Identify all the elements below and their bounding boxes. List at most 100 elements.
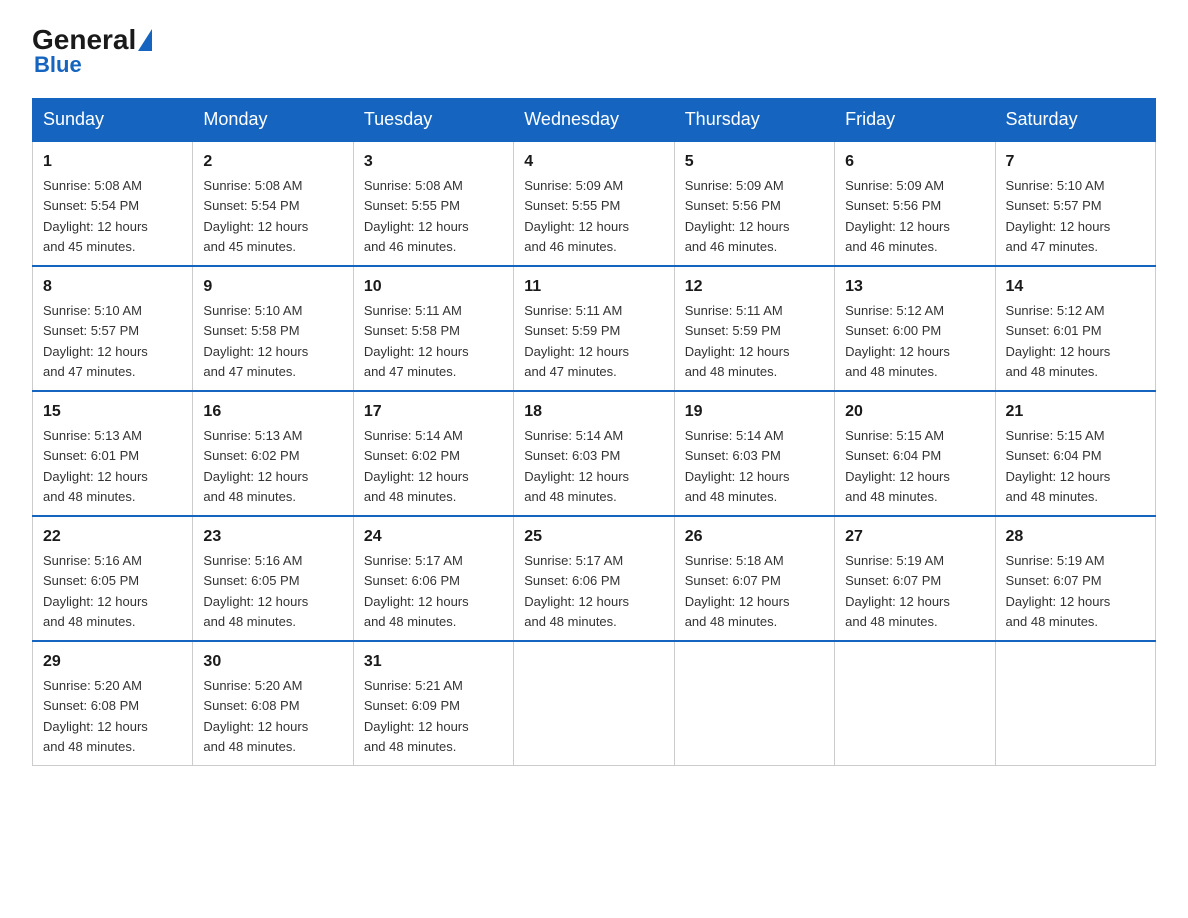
day-info: Sunrise: 5:16 AMSunset: 6:05 PMDaylight:…: [203, 553, 308, 629]
calendar-cell: 5 Sunrise: 5:09 AMSunset: 5:56 PMDaylight…: [674, 141, 834, 266]
calendar-cell: 3 Sunrise: 5:08 AMSunset: 5:55 PMDaylight…: [353, 141, 513, 266]
calendar-cell: 1 Sunrise: 5:08 AMSunset: 5:54 PMDaylight…: [33, 141, 193, 266]
day-info: Sunrise: 5:14 AMSunset: 6:03 PMDaylight:…: [524, 428, 629, 504]
day-number: 5: [685, 150, 824, 174]
day-number: 21: [1006, 400, 1145, 424]
day-info: Sunrise: 5:10 AMSunset: 5:57 PMDaylight:…: [43, 303, 148, 379]
calendar-cell: 28 Sunrise: 5:19 AMSunset: 6:07 PMDayligh…: [995, 516, 1155, 641]
day-number: 12: [685, 275, 824, 299]
calendar-cell: 31 Sunrise: 5:21 AMSunset: 6:09 PMDayligh…: [353, 641, 513, 766]
day-number: 22: [43, 525, 182, 549]
day-number: 3: [364, 150, 503, 174]
day-info: Sunrise: 5:21 AMSunset: 6:09 PMDaylight:…: [364, 678, 469, 754]
col-header-monday: Monday: [193, 99, 353, 142]
day-info: Sunrise: 5:19 AMSunset: 6:07 PMDaylight:…: [1006, 553, 1111, 629]
header: General Blue: [32, 24, 1156, 78]
calendar-cell: 19 Sunrise: 5:14 AMSunset: 6:03 PMDayligh…: [674, 391, 834, 516]
calendar-cell: 21 Sunrise: 5:15 AMSunset: 6:04 PMDayligh…: [995, 391, 1155, 516]
day-number: 10: [364, 275, 503, 299]
day-number: 15: [43, 400, 182, 424]
day-info: Sunrise: 5:16 AMSunset: 6:05 PMDaylight:…: [43, 553, 148, 629]
calendar-cell: 2 Sunrise: 5:08 AMSunset: 5:54 PMDaylight…: [193, 141, 353, 266]
calendar-cell: 13 Sunrise: 5:12 AMSunset: 6:00 PMDayligh…: [835, 266, 995, 391]
day-info: Sunrise: 5:08 AMSunset: 5:54 PMDaylight:…: [203, 178, 308, 254]
day-number: 30: [203, 650, 342, 674]
col-header-sunday: Sunday: [33, 99, 193, 142]
day-number: 25: [524, 525, 663, 549]
calendar-cell: [674, 641, 834, 766]
day-number: 8: [43, 275, 182, 299]
calendar-cell: 20Sunrise: 5:15 AMSunset: 6:04 PMDayligh…: [835, 391, 995, 516]
day-number: 28: [1006, 525, 1145, 549]
week-row-4: 22 Sunrise: 5:16 AMSunset: 6:05 PMDayligh…: [33, 516, 1156, 641]
calendar-cell: 16 Sunrise: 5:13 AMSunset: 6:02 PMDayligh…: [193, 391, 353, 516]
week-row-2: 8 Sunrise: 5:10 AMSunset: 5:57 PMDaylight…: [33, 266, 1156, 391]
day-number: 9: [203, 275, 342, 299]
col-header-saturday: Saturday: [995, 99, 1155, 142]
day-number: 1: [43, 150, 182, 174]
day-number: 2: [203, 150, 342, 174]
logo-area: General Blue: [32, 24, 153, 78]
day-info: Sunrise: 5:11 AMSunset: 5:58 PMDaylight:…: [364, 303, 469, 379]
calendar-table: SundayMondayTuesdayWednesdayThursdayFrid…: [32, 98, 1156, 766]
week-row-5: 29 Sunrise: 5:20 AMSunset: 6:08 PMDayligh…: [33, 641, 1156, 766]
calendar-cell: 14Sunrise: 5:12 AMSunset: 6:01 PMDayligh…: [995, 266, 1155, 391]
day-info: Sunrise: 5:08 AMSunset: 5:55 PMDaylight:…: [364, 178, 469, 254]
day-number: 24: [364, 525, 503, 549]
day-info: Sunrise: 5:17 AMSunset: 6:06 PMDaylight:…: [524, 553, 629, 629]
day-info: Sunrise: 5:19 AMSunset: 6:07 PMDaylight:…: [845, 553, 950, 629]
day-info: Sunrise: 5:11 AMSunset: 5:59 PMDaylight:…: [685, 303, 790, 379]
day-info: Sunrise: 5:10 AMSunset: 5:57 PMDaylight:…: [1006, 178, 1111, 254]
calendar-cell: 30 Sunrise: 5:20 AMSunset: 6:08 PMDayligh…: [193, 641, 353, 766]
day-number: 4: [524, 150, 663, 174]
day-number: 7: [1006, 150, 1145, 174]
calendar-cell: 8 Sunrise: 5:10 AMSunset: 5:57 PMDaylight…: [33, 266, 193, 391]
day-number: 29: [43, 650, 182, 674]
calendar-cell: 26Sunrise: 5:18 AMSunset: 6:07 PMDayligh…: [674, 516, 834, 641]
col-header-thursday: Thursday: [674, 99, 834, 142]
calendar-cell: 23 Sunrise: 5:16 AMSunset: 6:05 PMDayligh…: [193, 516, 353, 641]
calendar-cell: 6 Sunrise: 5:09 AMSunset: 5:56 PMDaylight…: [835, 141, 995, 266]
calendar-header-row: SundayMondayTuesdayWednesdayThursdayFrid…: [33, 99, 1156, 142]
calendar-cell: 9 Sunrise: 5:10 AMSunset: 5:58 PMDaylight…: [193, 266, 353, 391]
day-info: Sunrise: 5:14 AMSunset: 6:03 PMDaylight:…: [685, 428, 790, 504]
logo-triangle-icon: [138, 29, 152, 51]
day-info: Sunrise: 5:20 AMSunset: 6:08 PMDaylight:…: [43, 678, 148, 754]
week-row-3: 15 Sunrise: 5:13 AMSunset: 6:01 PMDayligh…: [33, 391, 1156, 516]
day-info: Sunrise: 5:17 AMSunset: 6:06 PMDaylight:…: [364, 553, 469, 629]
col-header-wednesday: Wednesday: [514, 99, 674, 142]
day-info: Sunrise: 5:09 AMSunset: 5:56 PMDaylight:…: [685, 178, 790, 254]
day-number: 16: [203, 400, 342, 424]
calendar-cell: 12 Sunrise: 5:11 AMSunset: 5:59 PMDayligh…: [674, 266, 834, 391]
col-header-tuesday: Tuesday: [353, 99, 513, 142]
day-info: Sunrise: 5:13 AMSunset: 6:02 PMDaylight:…: [203, 428, 308, 504]
day-number: 14: [1006, 275, 1145, 299]
day-info: Sunrise: 5:09 AMSunset: 5:55 PMDaylight:…: [524, 178, 629, 254]
day-number: 27: [845, 525, 984, 549]
day-info: Sunrise: 5:12 AMSunset: 6:00 PMDaylight:…: [845, 303, 950, 379]
day-info: Sunrise: 5:15 AMSunset: 6:04 PMDaylight:…: [1006, 428, 1111, 504]
calendar-cell: 4 Sunrise: 5:09 AMSunset: 5:55 PMDaylight…: [514, 141, 674, 266]
day-number: 19: [685, 400, 824, 424]
calendar-cell: 27 Sunrise: 5:19 AMSunset: 6:07 PMDayligh…: [835, 516, 995, 641]
day-number: 13: [845, 275, 984, 299]
day-number: 23: [203, 525, 342, 549]
day-info: Sunrise: 5:10 AMSunset: 5:58 PMDaylight:…: [203, 303, 308, 379]
day-number: 6: [845, 150, 984, 174]
day-number: 31: [364, 650, 503, 674]
day-info: Sunrise: 5:08 AMSunset: 5:54 PMDaylight:…: [43, 178, 148, 254]
calendar-cell: 22 Sunrise: 5:16 AMSunset: 6:05 PMDayligh…: [33, 516, 193, 641]
day-number: 17: [364, 400, 503, 424]
calendar-cell: 15 Sunrise: 5:13 AMSunset: 6:01 PMDayligh…: [33, 391, 193, 516]
calendar-cell: 17Sunrise: 5:14 AMSunset: 6:02 PMDayligh…: [353, 391, 513, 516]
calendar-cell: 11Sunrise: 5:11 AMSunset: 5:59 PMDayligh…: [514, 266, 674, 391]
calendar-cell: 25 Sunrise: 5:17 AMSunset: 6:06 PMDayligh…: [514, 516, 674, 641]
day-info: Sunrise: 5:09 AMSunset: 5:56 PMDaylight:…: [845, 178, 950, 254]
calendar-cell: 10 Sunrise: 5:11 AMSunset: 5:58 PMDayligh…: [353, 266, 513, 391]
day-info: Sunrise: 5:20 AMSunset: 6:08 PMDaylight:…: [203, 678, 308, 754]
logo-blue-text: Blue: [34, 52, 82, 78]
calendar-cell: [835, 641, 995, 766]
day-info: Sunrise: 5:13 AMSunset: 6:01 PMDaylight:…: [43, 428, 148, 504]
day-info: Sunrise: 5:11 AMSunset: 5:59 PMDaylight:…: [524, 303, 629, 379]
col-header-friday: Friday: [835, 99, 995, 142]
